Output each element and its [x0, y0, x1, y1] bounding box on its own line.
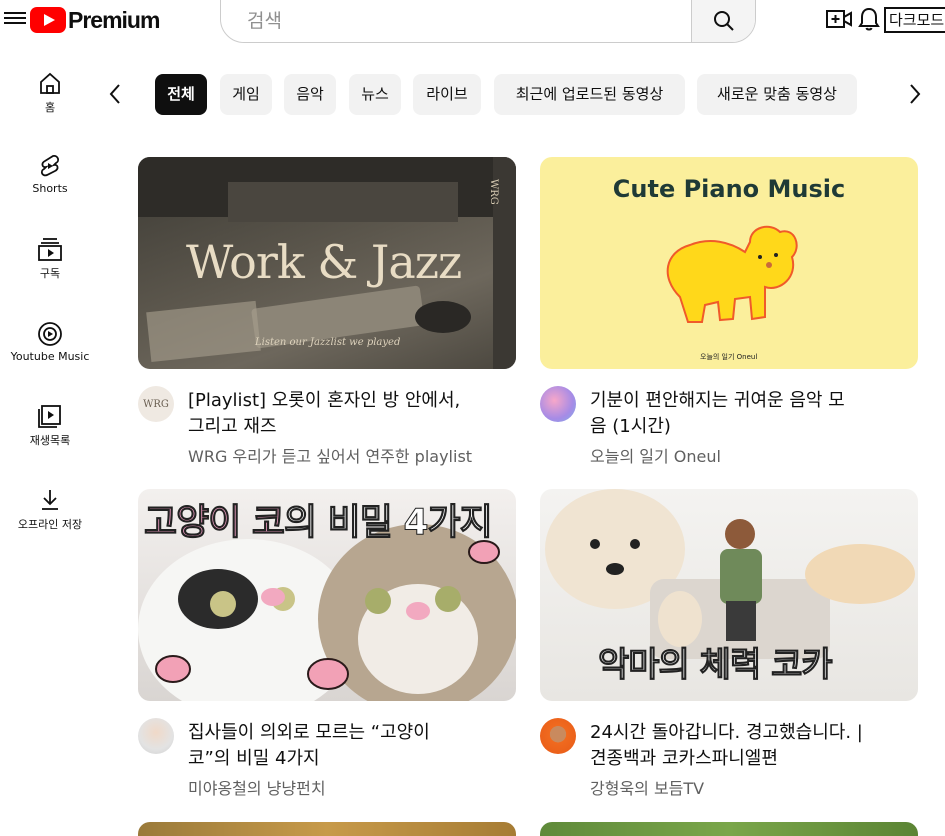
sidebar-item-home[interactable]: 홈	[0, 70, 100, 115]
video-title-line: 기분이 편안해지는 귀여운 음악 모	[590, 390, 845, 411]
video-title-line: 집사들이 의외로 모르는 “고양이	[188, 722, 430, 743]
channel-avatar[interactable]	[540, 718, 576, 754]
sidebar-item-youtube-music[interactable]: Youtube Music	[0, 321, 100, 363]
sidebar-item-subscriptions[interactable]: 구독	[0, 236, 100, 281]
home-icon	[40, 72, 60, 94]
chip-news[interactable]: 뉴스	[349, 74, 401, 115]
sidebar-item-label: Youtube Music	[10, 350, 90, 363]
logo-text: Premium	[68, 6, 160, 33]
video-title[interactable]: 24시간 돌아갑니다. 경고했습니다. | 견종백과 코카스파니엘편	[590, 720, 920, 772]
yellow-bear-illustration	[666, 225, 798, 323]
chip-live[interactable]: 라이브	[413, 74, 481, 115]
chips-scroll-left-chevron-icon[interactable]	[104, 80, 126, 108]
subscriptions-icon	[38, 238, 62, 261]
video-title[interactable]: [Playlist] 오롯이 혼자인 방 안에서, 그리고 재즈	[188, 388, 518, 440]
avatar-text: WRG	[143, 398, 169, 410]
youtube-play-icon	[30, 7, 66, 33]
thumbnail-title-text: 악마의 체력 코카	[598, 645, 834, 686]
video-title[interactable]: 기분이 편안해지는 귀여운 음악 모 음 (1시간)	[590, 388, 920, 440]
sidebar-item-label: 재생목록	[29, 434, 71, 447]
thumbnail-title: 고양이 코의 비밀 4가지	[143, 493, 494, 545]
sidebar-item-label: Shorts	[32, 182, 68, 195]
sidebar-item-playlists[interactable]: 재생목록	[0, 403, 100, 448]
video-thumbnail[interactable]: Work & Jazz Listen our Jazzlist we playe…	[138, 157, 516, 369]
chip-new-to-you[interactable]: 새로운 맞춤 동영상	[697, 74, 857, 115]
video-thumbnail-partial[interactable]	[138, 822, 516, 836]
sidebar-item-offline-downloads[interactable]: 오프라인 저장	[0, 487, 100, 532]
chip-recently-uploaded[interactable]: 최근에 업로드된 동영상	[494, 74, 685, 115]
video-title-line: 음 (1시간)	[590, 416, 671, 437]
music-icon	[38, 322, 62, 346]
search-icon	[713, 10, 734, 31]
youtube-premium-logo[interactable]: Premium	[30, 5, 160, 35]
video-card: Work & Jazz Listen our Jazzlist we playe…	[138, 157, 516, 467]
sidebar-item-label: 오프라인 저장	[17, 518, 83, 531]
chip-music[interactable]: 음악	[284, 74, 336, 115]
video-title[interactable]: 집사들이 의외로 모르는 “고양이 코”의 비밀 4가지	[188, 720, 518, 772]
top-bar: Premium 다크모드	[0, 0, 945, 44]
shorts-icon	[40, 155, 60, 177]
video-thumbnail[interactable]: Cute Piano Music 오늘의 일기 Oneul	[540, 157, 918, 369]
sidebar-item-label: 구독	[39, 267, 61, 280]
dark-mode-button[interactable]: 다크모드	[884, 7, 945, 33]
channel-avatar[interactable]: WRG	[138, 386, 174, 422]
sidebar-item-shorts[interactable]: Shorts	[0, 153, 100, 195]
video-thumbnail[interactable]: 악마의 체력 코카	[540, 489, 918, 701]
search-input[interactable]	[221, 0, 691, 42]
video-card: 고양이 코의 비밀 4가지 집사들이 의외로 모르는 “고양이 코”의 비밀 4…	[138, 489, 516, 799]
channel-name[interactable]: 오늘의 일기 Oneul	[590, 443, 721, 467]
search-button[interactable]	[691, 0, 755, 42]
thumbnail-subtitle-text: Listen our Jazzlist we played	[255, 337, 401, 348]
channel-avatar[interactable]	[540, 386, 576, 422]
video-title-line: 코”의 비밀 4가지	[188, 748, 320, 769]
chip-all[interactable]: 전체	[155, 74, 207, 115]
thumbnail-title-rest: 의 비밀 4가지	[284, 502, 494, 544]
channel-name[interactable]: 강형욱의 보듬TV	[590, 775, 704, 799]
download-icon	[42, 490, 58, 510]
notifications-bell-icon[interactable]	[857, 6, 881, 32]
video-title-line: [Playlist] 오롯이 혼자인 방 안에서,	[188, 390, 461, 411]
video-title-line: 24시간 돌아갑니다. 경고했습니다. |	[590, 722, 863, 743]
thumbnail-title-text: Work & Jazz	[186, 235, 462, 289]
video-thumbnail[interactable]: 고양이 코의 비밀 4가지	[138, 489, 516, 701]
sidebar-item-label: 홈	[44, 101, 56, 114]
channel-avatar[interactable]	[138, 718, 174, 754]
thumbnail-tag-text: WRG	[488, 179, 499, 205]
video-card: Cute Piano Music 오늘의 일기 Oneul 기분이 편안해지는 …	[540, 157, 918, 467]
hamburger-menu-icon[interactable]	[4, 9, 26, 29]
video-title-line: 견종백과 코카스파니엘편	[590, 748, 778, 769]
thumbnail-caption-text: 오늘의 일기 Oneul	[700, 353, 758, 361]
channel-name[interactable]: WRG 우리가 듣고 싶어서 연주한 playlist	[188, 443, 472, 467]
chip-games[interactable]: 게임	[220, 74, 272, 115]
video-thumbnail-partial[interactable]	[540, 822, 918, 836]
search-bar	[220, 0, 756, 43]
channel-name[interactable]: 미야옹철의 냥냥펀치	[188, 775, 326, 799]
chips-scroll-right-chevron-icon[interactable]	[904, 80, 926, 108]
thumbnail-title-highlight: 고양이 코	[143, 502, 285, 544]
video-card: 악마의 체력 코카 24시간 돌아갑니다. 경고했습니다. | 견종백과 코카스…	[540, 489, 918, 799]
playlist-icon	[38, 405, 61, 428]
create-video-icon[interactable]	[826, 8, 852, 30]
video-title-line: 그리고 재즈	[188, 416, 277, 437]
